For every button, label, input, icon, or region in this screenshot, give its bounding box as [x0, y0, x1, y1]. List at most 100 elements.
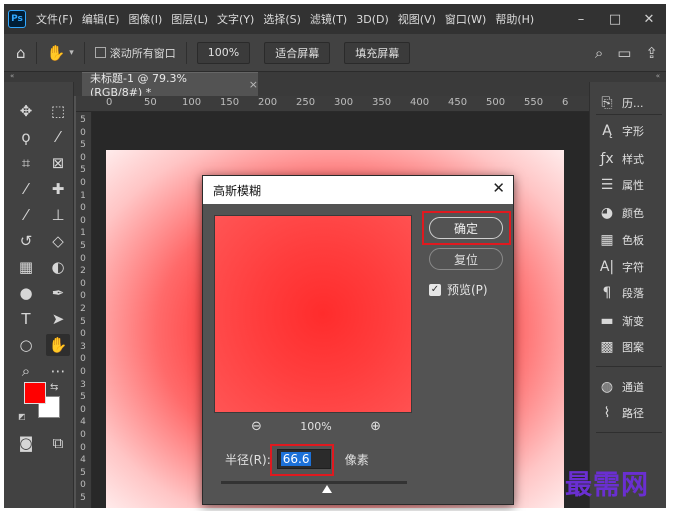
- share-icon[interactable]: ⇪: [645, 44, 658, 62]
- swap-colors-icon[interactable]: ⇆: [50, 382, 58, 393]
- close-button[interactable]: ✕: [632, 4, 666, 34]
- move-tool-icon[interactable]: ✥: [14, 100, 38, 122]
- preview-option[interactable]: ✓ 预览(P): [429, 281, 488, 298]
- ok-highlight-box: [422, 211, 511, 245]
- scroll-all-label: 滚动所有窗口: [109, 46, 176, 60]
- minimize-button[interactable]: –: [564, 4, 598, 34]
- panel-item-properties[interactable]: ☰ 属性: [596, 174, 664, 196]
- panel-item-channels[interactable]: ◍ 通道: [596, 376, 664, 398]
- pen-tool-icon[interactable]: ✒: [46, 282, 70, 304]
- stamp-tool-icon[interactable]: ⊥: [46, 204, 70, 226]
- ellipse-tool-icon[interactable]: ○: [14, 334, 38, 356]
- panel-item-label: 图案: [622, 341, 644, 354]
- ruler-tick: 0: [80, 442, 86, 453]
- tool-row: ⌕ ⋯: [14, 360, 70, 382]
- tool-row: ⁄ ✚: [14, 178, 70, 200]
- default-colors-icon[interactable]: ◩: [18, 412, 26, 421]
- preview-checkbox[interactable]: ✓: [429, 283, 441, 296]
- zoom-in-icon[interactable]: ⊕: [370, 419, 381, 434]
- panel-item-styles[interactable]: ƒx 样式: [596, 148, 664, 170]
- menu-select[interactable]: 选择(S): [263, 11, 301, 27]
- menu-help[interactable]: 帮助(H): [495, 11, 534, 27]
- quick-select-tool-icon[interactable]: ⁄: [46, 126, 70, 148]
- frame-tool-icon[interactable]: ⊠: [46, 152, 70, 174]
- crop-tool-icon[interactable]: ⌗: [14, 152, 38, 174]
- brush-tool-icon[interactable]: ⁄: [14, 204, 38, 226]
- panel-item-paths[interactable]: ⌇ 路径: [596, 402, 664, 424]
- panel-item-gradient[interactable]: ▬ 渐变: [596, 310, 664, 332]
- ruler-tick: 0: [80, 203, 86, 214]
- fit-screen-button[interactable]: 适合屏幕: [264, 41, 331, 64]
- collapse-left-icon[interactable]: «: [10, 72, 14, 80]
- menu-image[interactable]: 图像(I): [128, 11, 162, 27]
- workspace-icon[interactable]: ▭: [617, 44, 631, 62]
- eyedropper-tool-icon[interactable]: ⁄: [14, 178, 38, 200]
- scroll-all-checkbox[interactable]: [94, 47, 106, 58]
- reset-button[interactable]: 复位: [429, 248, 503, 270]
- panel-item-character[interactable]: Ą 字形: [596, 120, 664, 142]
- hand-tool-icon[interactable]: ✋: [47, 44, 66, 62]
- history-brush-tool-icon[interactable]: ↺: [14, 230, 38, 252]
- foreground-color-swatch[interactable]: [24, 382, 46, 404]
- menu-window[interactable]: 窗口(W): [445, 11, 486, 27]
- fill-screen-button[interactable]: 填充屏幕: [344, 41, 411, 64]
- ruler-tick: 2: [80, 304, 86, 314]
- blur-tool-icon[interactable]: ◐: [46, 256, 70, 278]
- dialog-title: 高斯模糊: [213, 183, 262, 198]
- close-icon[interactable]: ✕: [492, 179, 505, 197]
- chevron-down-icon[interactable]: ▾: [69, 48, 74, 58]
- panel-item-label: 字符: [622, 261, 644, 274]
- menu-edit[interactable]: 编辑(E): [82, 11, 120, 27]
- panel-item-paragraph[interactable]: ¶ 段落: [596, 282, 664, 304]
- close-tab-icon[interactable]: ×: [249, 78, 258, 91]
- quick-mask-icon[interactable]: ◙: [14, 432, 38, 454]
- divider: [83, 41, 85, 64]
- horizontal-ruler: 0 50 100 150 200 250 300 350 400 450 500 550 6: [76, 96, 589, 112]
- swatches-icon: ▦: [600, 232, 614, 248]
- zoom-tool-icon[interactable]: ⌕: [14, 360, 38, 382]
- blur-preview[interactable]: [214, 215, 412, 413]
- hand-tool-icon[interactable]: ✋: [46, 334, 70, 356]
- lasso-tool-icon[interactable]: ϙ: [14, 126, 38, 148]
- panel-item-history[interactable]: ⎘ 历...: [596, 92, 664, 114]
- menu-view[interactable]: 视图(V): [398, 11, 436, 27]
- menu-3d[interactable]: 3D(D): [356, 13, 389, 26]
- eraser-tool-icon[interactable]: ◇: [46, 230, 70, 252]
- panel-item-swatches[interactable]: ▦ 色板: [596, 229, 664, 251]
- menu-layer[interactable]: 图层(L): [171, 11, 208, 27]
- document-tab[interactable]: 未标题-1 @ 79.3%(RGB/8#) * ×: [82, 72, 258, 99]
- home-icon[interactable]: ⌂: [16, 44, 26, 62]
- collapse-right-icon[interactable]: «: [656, 72, 660, 80]
- panel-item-patterns[interactable]: ▩ 图案: [596, 336, 664, 358]
- search-icon[interactable]: ⌕: [595, 44, 603, 62]
- panel-item-label: 历...: [622, 97, 644, 110]
- menu-filter[interactable]: 滤镜(T): [310, 11, 347, 27]
- menu-type[interactable]: 文字(Y): [217, 11, 254, 27]
- styles-icon: ƒx: [600, 151, 614, 167]
- gradient-tool-icon[interactable]: ▦: [14, 256, 38, 278]
- ruler-tick: 3: [80, 341, 86, 352]
- divider: [185, 41, 187, 64]
- path-select-tool-icon[interactable]: ➤: [46, 308, 70, 330]
- healing-brush-tool-icon[interactable]: ✚: [46, 178, 70, 200]
- menu-file[interactable]: 文件(F): [36, 11, 73, 27]
- panel-item-color[interactable]: ◕ 颜色: [596, 202, 664, 224]
- ruler-tick: 0: [80, 291, 86, 302]
- document-tab-title: 未标题-1 @ 79.3%(RGB/8#) *: [90, 72, 187, 99]
- zoom-100-button[interactable]: 100%: [196, 41, 251, 64]
- tool-row: ○ ✋: [14, 334, 70, 356]
- ruler-tick: 5: [80, 241, 86, 251]
- radius-label: 半径(R):: [225, 452, 271, 467]
- radius-slider-thumb[interactable]: [322, 485, 332, 493]
- ruler-tick: 0: [80, 253, 86, 264]
- ruler-tick: 4: [80, 455, 86, 466]
- radius-slider-track[interactable]: [221, 481, 407, 484]
- restore-button[interactable]: □: [598, 4, 632, 34]
- dodge-tool-icon[interactable]: ●: [14, 282, 38, 304]
- more-tools-icon[interactable]: ⋯: [46, 360, 70, 382]
- screen-mode-icon[interactable]: ⧉: [46, 432, 70, 454]
- panel-item-type[interactable]: A| 字符: [596, 256, 664, 278]
- type-tool-icon[interactable]: T: [14, 308, 38, 330]
- marquee-tool-icon[interactable]: ⬚: [46, 100, 70, 122]
- zoom-out-icon[interactable]: ⊖: [251, 419, 262, 434]
